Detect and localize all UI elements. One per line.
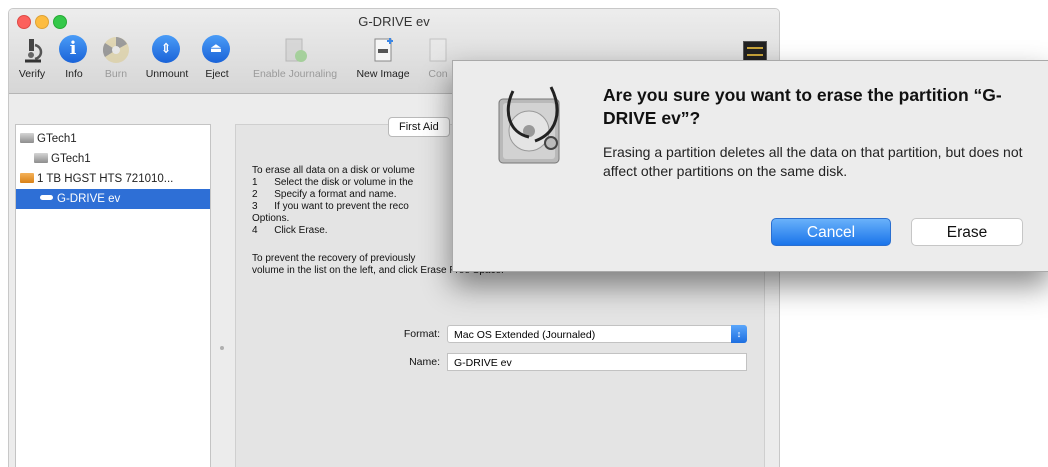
eject-button[interactable]: ⏏ Eject <box>201 35 233 80</box>
name-label: Name: <box>409 356 440 368</box>
instruction-line: 4 Click Erase. <box>252 225 328 236</box>
erase-confirmation-dialog: Are you sure you want to erase the parti… <box>452 60 1048 272</box>
new-image-button[interactable]: New Image <box>353 35 413 80</box>
hard-disk-icon <box>20 133 34 143</box>
instruction-line: 2 Specify a format and name. <box>252 189 397 200</box>
cancel-button[interactable]: Cancel <box>771 218 891 246</box>
dialog-message: Erasing a partition deletes all the data… <box>603 144 1023 179</box>
info-icon: i <box>59 35 89 65</box>
convert-button[interactable]: Con <box>423 35 453 80</box>
dialog-title: Are you sure you want to erase the parti… <box>603 85 1002 128</box>
format-select[interactable]: Mac OS Extended (Journaled) ↕ <box>447 325 747 343</box>
volume-icon <box>34 153 48 163</box>
chevron-updown-icon: ↕ <box>731 325 747 343</box>
disk-utility-stethoscope-icon <box>491 81 571 171</box>
eject-icon: ⏏ <box>202 35 232 65</box>
journaling-icon <box>280 35 310 65</box>
enable-journaling-button[interactable]: Enable Journaling <box>243 35 347 80</box>
instruction-line: Options. <box>252 213 290 224</box>
microscope-icon <box>17 35 47 65</box>
volume-icon <box>40 195 53 200</box>
sidebar-item-g-drive-ev[interactable]: G-DRIVE ev <box>16 189 210 209</box>
sidebar-item-gtech1-disk[interactable]: GTech1 <box>16 129 214 149</box>
sidebar-item-hgst-disk[interactable]: 1 TB HGST HTS 721010... <box>16 169 210 189</box>
external-disk-icon <box>20 173 34 183</box>
instruction-line: 1 Select the disk or volume in the <box>252 177 414 188</box>
info-button[interactable]: i Info <box>57 35 91 80</box>
convert-icon <box>423 35 453 65</box>
sidebar-item-gtech1-volume[interactable]: GTech1 <box>16 149 210 169</box>
tab-first-aid[interactable]: First Aid <box>388 117 450 137</box>
recovery-text: To prevent the recovery of previously <box>252 253 416 264</box>
format-label: Format: <box>403 328 440 340</box>
burn-button[interactable]: Burn <box>99 35 133 80</box>
new-image-icon <box>368 35 398 65</box>
name-field[interactable]: G-DRIVE ev <box>447 353 747 371</box>
window-title: G-DRIVE ev <box>358 14 430 29</box>
unmount-icon: ⇕ <box>152 35 182 65</box>
instruction-line: 3 If you want to prevent the reco <box>252 201 409 212</box>
split-view-handle[interactable] <box>220 346 224 350</box>
instruction-line: To erase all data on a disk or volume <box>252 165 415 176</box>
unmount-button[interactable]: ⇕ Unmount <box>141 35 193 80</box>
erase-button[interactable]: Erase <box>911 218 1023 246</box>
disk-list-sidebar: GTech1 GTech1 1 TB HGST HTS 721010... G-… <box>15 124 211 467</box>
verify-button[interactable]: Verify <box>15 35 49 80</box>
burn-icon <box>101 35 131 65</box>
